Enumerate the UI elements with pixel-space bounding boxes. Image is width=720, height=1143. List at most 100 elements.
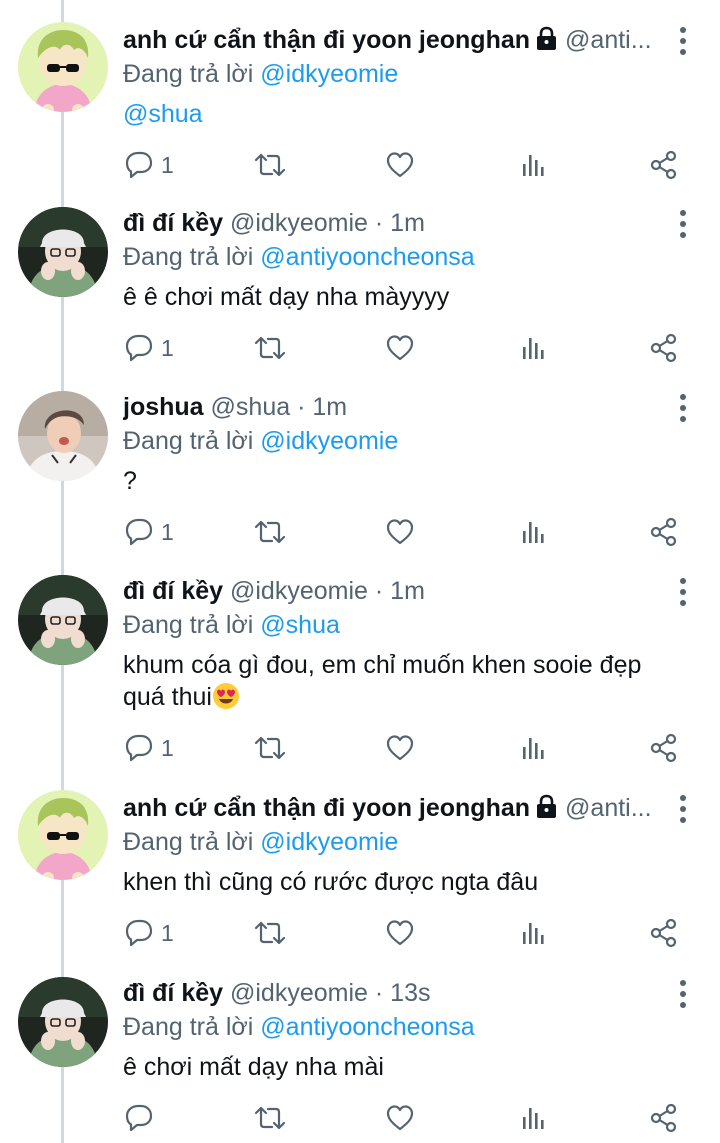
like-icon: [386, 519, 414, 545]
avatar[interactable]: [18, 575, 108, 665]
more-icon[interactable]: [675, 393, 691, 423]
share-icon: [650, 517, 677, 547]
author-name[interactable]: đì đí kềy: [123, 577, 223, 605]
author-handle[interactable]: @anti...: [565, 26, 652, 54]
more-icon[interactable]: [675, 26, 691, 56]
views-button[interactable]: [520, 1101, 546, 1135]
tweet-text[interactable]: ?: [123, 465, 693, 497]
views-button[interactable]: [520, 148, 546, 182]
reply-mention[interactable]: @antiyooncheonsa: [260, 1013, 474, 1041]
tweet-text[interactable]: ê ê chơi mất dạy nha màyyyy: [123, 281, 693, 313]
replying-to-label: Đang trả lời: [123, 828, 254, 856]
tweet-text[interactable]: @shua: [123, 98, 693, 130]
tweet-text[interactable]: khum cóa gì đou, em chỉ muốn khen sooie …: [123, 649, 693, 713]
like-button[interactable]: [386, 916, 414, 950]
replying-to: Đang trả lời @idkyeomie: [123, 56, 398, 92]
author-name[interactable]: joshua: [123, 393, 204, 421]
share-icon: [650, 333, 677, 363]
more-icon[interactable]: [675, 209, 691, 239]
more-icon[interactable]: [675, 979, 691, 1009]
reply-icon: [125, 1104, 153, 1132]
reply-mention[interactable]: @shua: [260, 611, 340, 639]
retweet-button[interactable]: [253, 1101, 287, 1135]
tweet-time[interactable]: · 13s: [375, 979, 431, 1007]
share-button[interactable]: [650, 331, 677, 365]
views-button[interactable]: [520, 515, 546, 549]
tweet-time[interactable]: · 1m: [375, 209, 425, 237]
share-button[interactable]: [650, 515, 677, 549]
tweet-text-line: khum cóa gì đou, em chỉ muốn khen sooie …: [123, 651, 642, 679]
views-icon: [523, 1108, 544, 1129]
tweet-time[interactable]: · 1m: [375, 577, 425, 605]
reply-mention[interactable]: @idkyeomie: [260, 427, 398, 455]
author-name[interactable]: anh cứ cẩn thận đi yoon jeonghan: [123, 794, 530, 822]
share-button[interactable]: [650, 731, 677, 765]
tweet-header: anh cứ cẩn thận đi yoon jeonghan @anti...: [123, 22, 663, 58]
replying-to: Đang trả lời @idkyeomie: [123, 824, 398, 860]
avatar[interactable]: [18, 391, 108, 481]
views-button[interactable]: [520, 916, 546, 950]
author-name[interactable]: anh cứ cẩn thận đi yoon jeonghan: [123, 26, 530, 54]
share-icon: [650, 918, 677, 948]
author-handle[interactable]: @idkyeomie: [230, 209, 368, 237]
author-name[interactable]: đì đí kềy: [123, 209, 223, 237]
like-icon: [386, 152, 414, 178]
like-icon: [386, 735, 414, 761]
author-handle[interactable]: @idkyeomie: [230, 577, 368, 605]
like-button[interactable]: [386, 731, 414, 765]
tweet-time[interactable]: · 1m: [297, 393, 347, 421]
author-name[interactable]: đì đí kềy: [123, 979, 223, 1007]
like-button[interactable]: [386, 148, 414, 182]
tweet-actions: 1: [0, 731, 720, 765]
retweet-icon: [254, 921, 286, 945]
share-button[interactable]: [650, 916, 677, 950]
tweet-header: joshua @shua · 1m: [123, 389, 663, 425]
avatar[interactable]: [18, 22, 108, 112]
tweet-actions: 1: [0, 331, 720, 365]
retweet-button[interactable]: [253, 916, 287, 950]
reply-icon: [125, 734, 153, 762]
reply-button[interactable]: 1: [123, 515, 174, 549]
retweet-button[interactable]: [253, 148, 287, 182]
reply-count: 1: [161, 518, 174, 545]
reply-button[interactable]: 1: [123, 916, 174, 950]
replying-to-label: Đang trả lời: [123, 611, 254, 639]
author-handle[interactable]: @idkyeomie: [230, 979, 368, 1007]
avatar[interactable]: [18, 790, 108, 880]
views-icon: [523, 155, 544, 176]
reply-mention[interactable]: @idkyeomie: [260, 60, 398, 88]
tweet-text[interactable]: khen thì cũng có rước được ngta đâu: [123, 866, 693, 898]
replying-to-label: Đang trả lời: [123, 427, 254, 455]
share-button[interactable]: [650, 148, 677, 182]
reply-button[interactable]: [123, 1101, 161, 1135]
reply-mention[interactable]: @idkyeomie: [260, 828, 398, 856]
like-button[interactable]: [386, 515, 414, 549]
more-icon[interactable]: [675, 577, 691, 607]
replying-to: Đang trả lời @idkyeomie: [123, 423, 398, 459]
tweet-header: đì đí kềy @idkyeomie · 1m: [123, 573, 663, 609]
author-handle[interactable]: @anti...: [565, 794, 652, 822]
reply-button[interactable]: 1: [123, 148, 174, 182]
share-button[interactable]: [650, 1101, 677, 1135]
retweet-button[interactable]: [253, 515, 287, 549]
avatar[interactable]: [18, 207, 108, 297]
reply-icon: [125, 518, 153, 546]
views-button[interactable]: [520, 731, 546, 765]
more-icon[interactable]: [675, 794, 691, 824]
like-button[interactable]: [386, 1101, 414, 1135]
like-button[interactable]: [386, 331, 414, 365]
reply-button[interactable]: 1: [123, 731, 174, 765]
views-button[interactable]: [520, 331, 546, 365]
reply-mention[interactable]: @antiyooncheonsa: [260, 243, 474, 271]
like-icon: [386, 1105, 414, 1131]
author-handle[interactable]: @shua: [211, 393, 291, 421]
retweet-icon: [254, 736, 286, 760]
tweet-header: đì đí kềy @idkyeomie · 1m: [123, 205, 663, 241]
tweet-text-line: quá thui: [123, 681, 693, 713]
tweet-text[interactable]: ê chơi mất dạy nha mài: [123, 1051, 693, 1083]
replying-to-label: Đang trả lời: [123, 60, 254, 88]
retweet-button[interactable]: [253, 331, 287, 365]
avatar[interactable]: [18, 977, 108, 1067]
retweet-button[interactable]: [253, 731, 287, 765]
reply-button[interactable]: 1: [123, 331, 174, 365]
